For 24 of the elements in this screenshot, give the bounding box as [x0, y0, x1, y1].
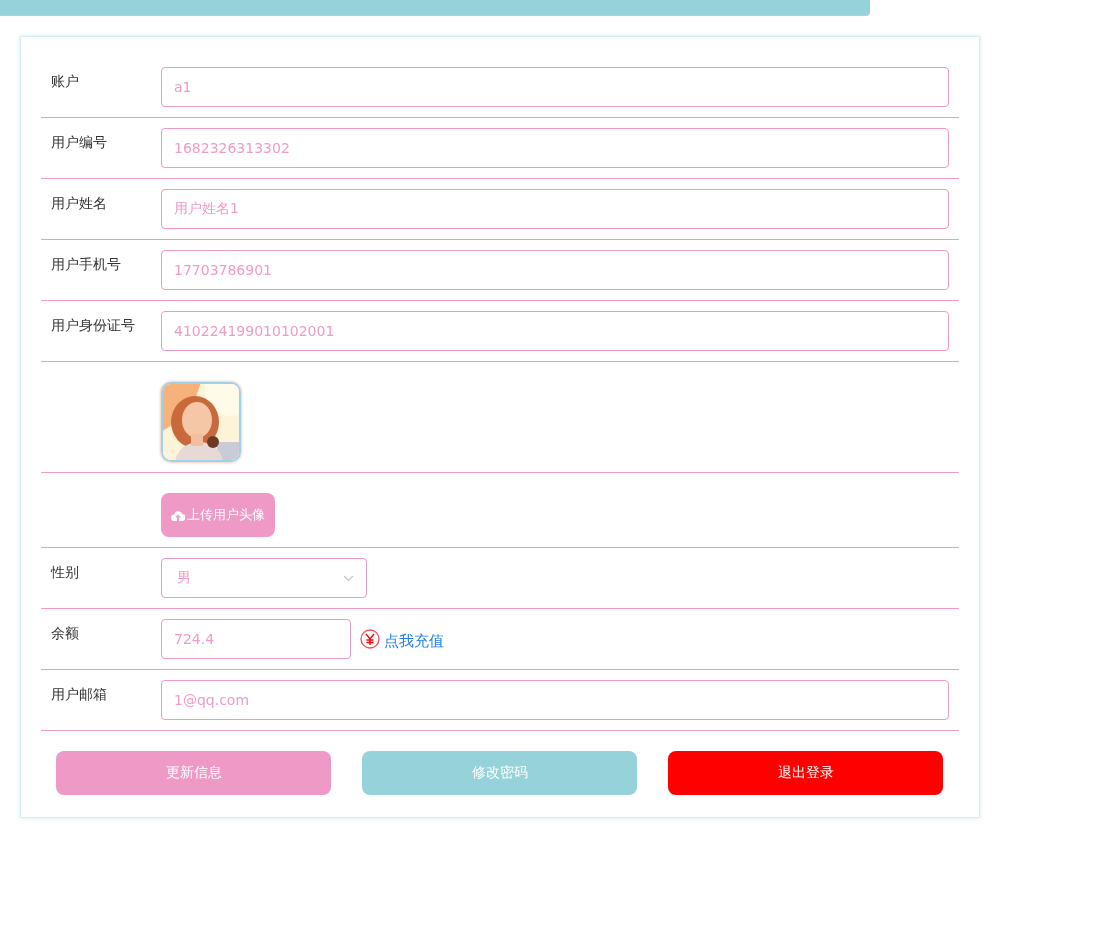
field-label: 用户邮箱 — [50, 685, 108, 704]
input-field[interactable]: a1 — [161, 67, 949, 107]
input-field[interactable]: 1682326313302 — [161, 128, 949, 168]
field-label: 账户 — [50, 72, 80, 91]
input-field[interactable]: 724.4 — [161, 619, 351, 659]
field-label: 用户编号 — [50, 133, 108, 152]
input-field[interactable]: 17703786901 — [161, 250, 949, 290]
field-label: 用户姓名 — [50, 194, 108, 213]
upload-button[interactable]: 上传用户头像 — [161, 493, 275, 537]
logout-button[interactable]: 退出登录 — [668, 751, 943, 795]
select-field[interactable]: 男 — [161, 558, 367, 598]
field-label: 用户手机号 — [50, 255, 122, 274]
field-label: 余额 — [50, 624, 80, 643]
cloud-upload-icon — [171, 509, 185, 521]
chevron-down-icon — [343, 574, 354, 582]
yen-icon — [360, 629, 380, 649]
input-field[interactable]: 1@qq.com — [161, 680, 949, 720]
field-label: 用户身份证号 — [50, 316, 136, 335]
input-field[interactable]: 用户姓名1 — [161, 189, 949, 229]
field-label: 性别 — [49, 563, 80, 582]
input-field[interactable]: 410224199010102001 — [161, 311, 949, 351]
update-button[interactable]: 更新信息 — [56, 751, 331, 795]
change-password-button[interactable]: 修改密码 — [362, 751, 637, 795]
recharge-link[interactable]: 点我充值 — [384, 627, 444, 651]
